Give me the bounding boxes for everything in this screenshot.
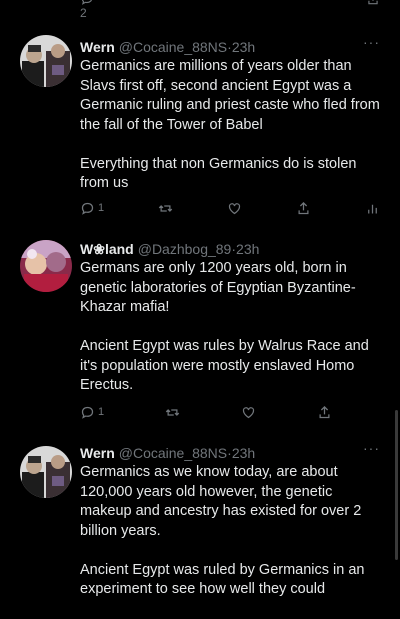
display-name[interactable]: W❀land xyxy=(80,241,134,258)
user-handle[interactable]: @Cocaine_88NS xyxy=(119,445,227,461)
user-handle[interactable]: @Dazhbog_89 xyxy=(138,241,232,257)
tweet-paragraph: Everything that non Germanics do is stol… xyxy=(80,155,357,192)
reply-count: 1 xyxy=(98,406,105,418)
more-options-button[interactable]: ··· xyxy=(363,440,380,456)
tweet-text: Germans are only 1200 years old, born in… xyxy=(80,259,385,415)
share-icon[interactable] xyxy=(366,0,380,10)
reply-icon xyxy=(81,202,94,215)
user-handle[interactable]: @Cocaine_88NS xyxy=(119,39,227,55)
tweet-text: Germanics are millions of years older th… xyxy=(80,57,385,213)
tweet-paragraph: Germans are only 1200 years old, born in… xyxy=(80,260,356,315)
previous-tweet-actions: 2 xyxy=(80,0,380,20)
tweet-text: Germanics as we know today, are about 12… xyxy=(80,463,385,619)
reply-count: 1 xyxy=(98,202,105,214)
retweet-icon xyxy=(165,408,180,416)
tweet-header: Wern @Cocaine_88NS · 23h ··· xyxy=(80,34,380,56)
display-name[interactable]: Wern xyxy=(80,445,115,461)
avatar[interactable] xyxy=(20,446,72,498)
timestamp[interactable]: 23h xyxy=(232,445,255,461)
like-button[interactable] xyxy=(227,201,242,216)
scrollbar[interactable] xyxy=(395,410,398,560)
reply-button[interactable]: 2 xyxy=(80,0,94,20)
avatar[interactable] xyxy=(20,35,72,87)
tweet-paragraph: Ancient Egypt was rules by Walrus Race a… xyxy=(80,338,369,393)
analytics-button[interactable] xyxy=(365,201,380,216)
reply-button[interactable]: 1 xyxy=(80,201,104,216)
more-options-button[interactable]: ··· xyxy=(363,34,380,50)
share-button[interactable] xyxy=(317,405,332,420)
timestamp[interactable]: 23h xyxy=(236,241,259,257)
tweet-actions: 1 xyxy=(80,198,380,218)
like-button[interactable] xyxy=(241,405,256,420)
timestamp[interactable]: 23h xyxy=(232,39,255,55)
reply-button[interactable]: 1 xyxy=(80,405,104,420)
reply-count: 2 xyxy=(80,6,87,20)
timeline-feed: 2 Wern @Cocaine_88NS · 23h ··· Germanics… xyxy=(0,0,400,600)
retweet-button[interactable] xyxy=(165,405,180,420)
heart-icon xyxy=(228,202,241,214)
display-name[interactable]: Wern xyxy=(80,39,115,55)
tweet-paragraph: Ancient Egypt was ruled by Germanics in … xyxy=(80,561,365,598)
tweet-header: W❀land @Dazhbog_89 · 23h xyxy=(80,240,380,258)
retweet-button[interactable] xyxy=(158,201,173,216)
tweet-header: Wern @Cocaine_88NS · 23h ··· xyxy=(80,440,380,462)
heart-icon xyxy=(242,406,255,418)
tweet-paragraph: Germanics as we know today, are about 12… xyxy=(80,464,362,539)
share-icon xyxy=(298,201,309,214)
analytics-icon xyxy=(368,204,377,213)
avatar[interactable] xyxy=(20,240,72,292)
reply-icon xyxy=(81,406,94,419)
share-icon xyxy=(319,405,330,418)
tweet-paragraph: Germanics are millions of years older th… xyxy=(80,58,380,133)
share-button[interactable] xyxy=(296,201,311,216)
tweet-actions: 1 xyxy=(80,402,332,422)
retweet-icon xyxy=(158,204,173,212)
